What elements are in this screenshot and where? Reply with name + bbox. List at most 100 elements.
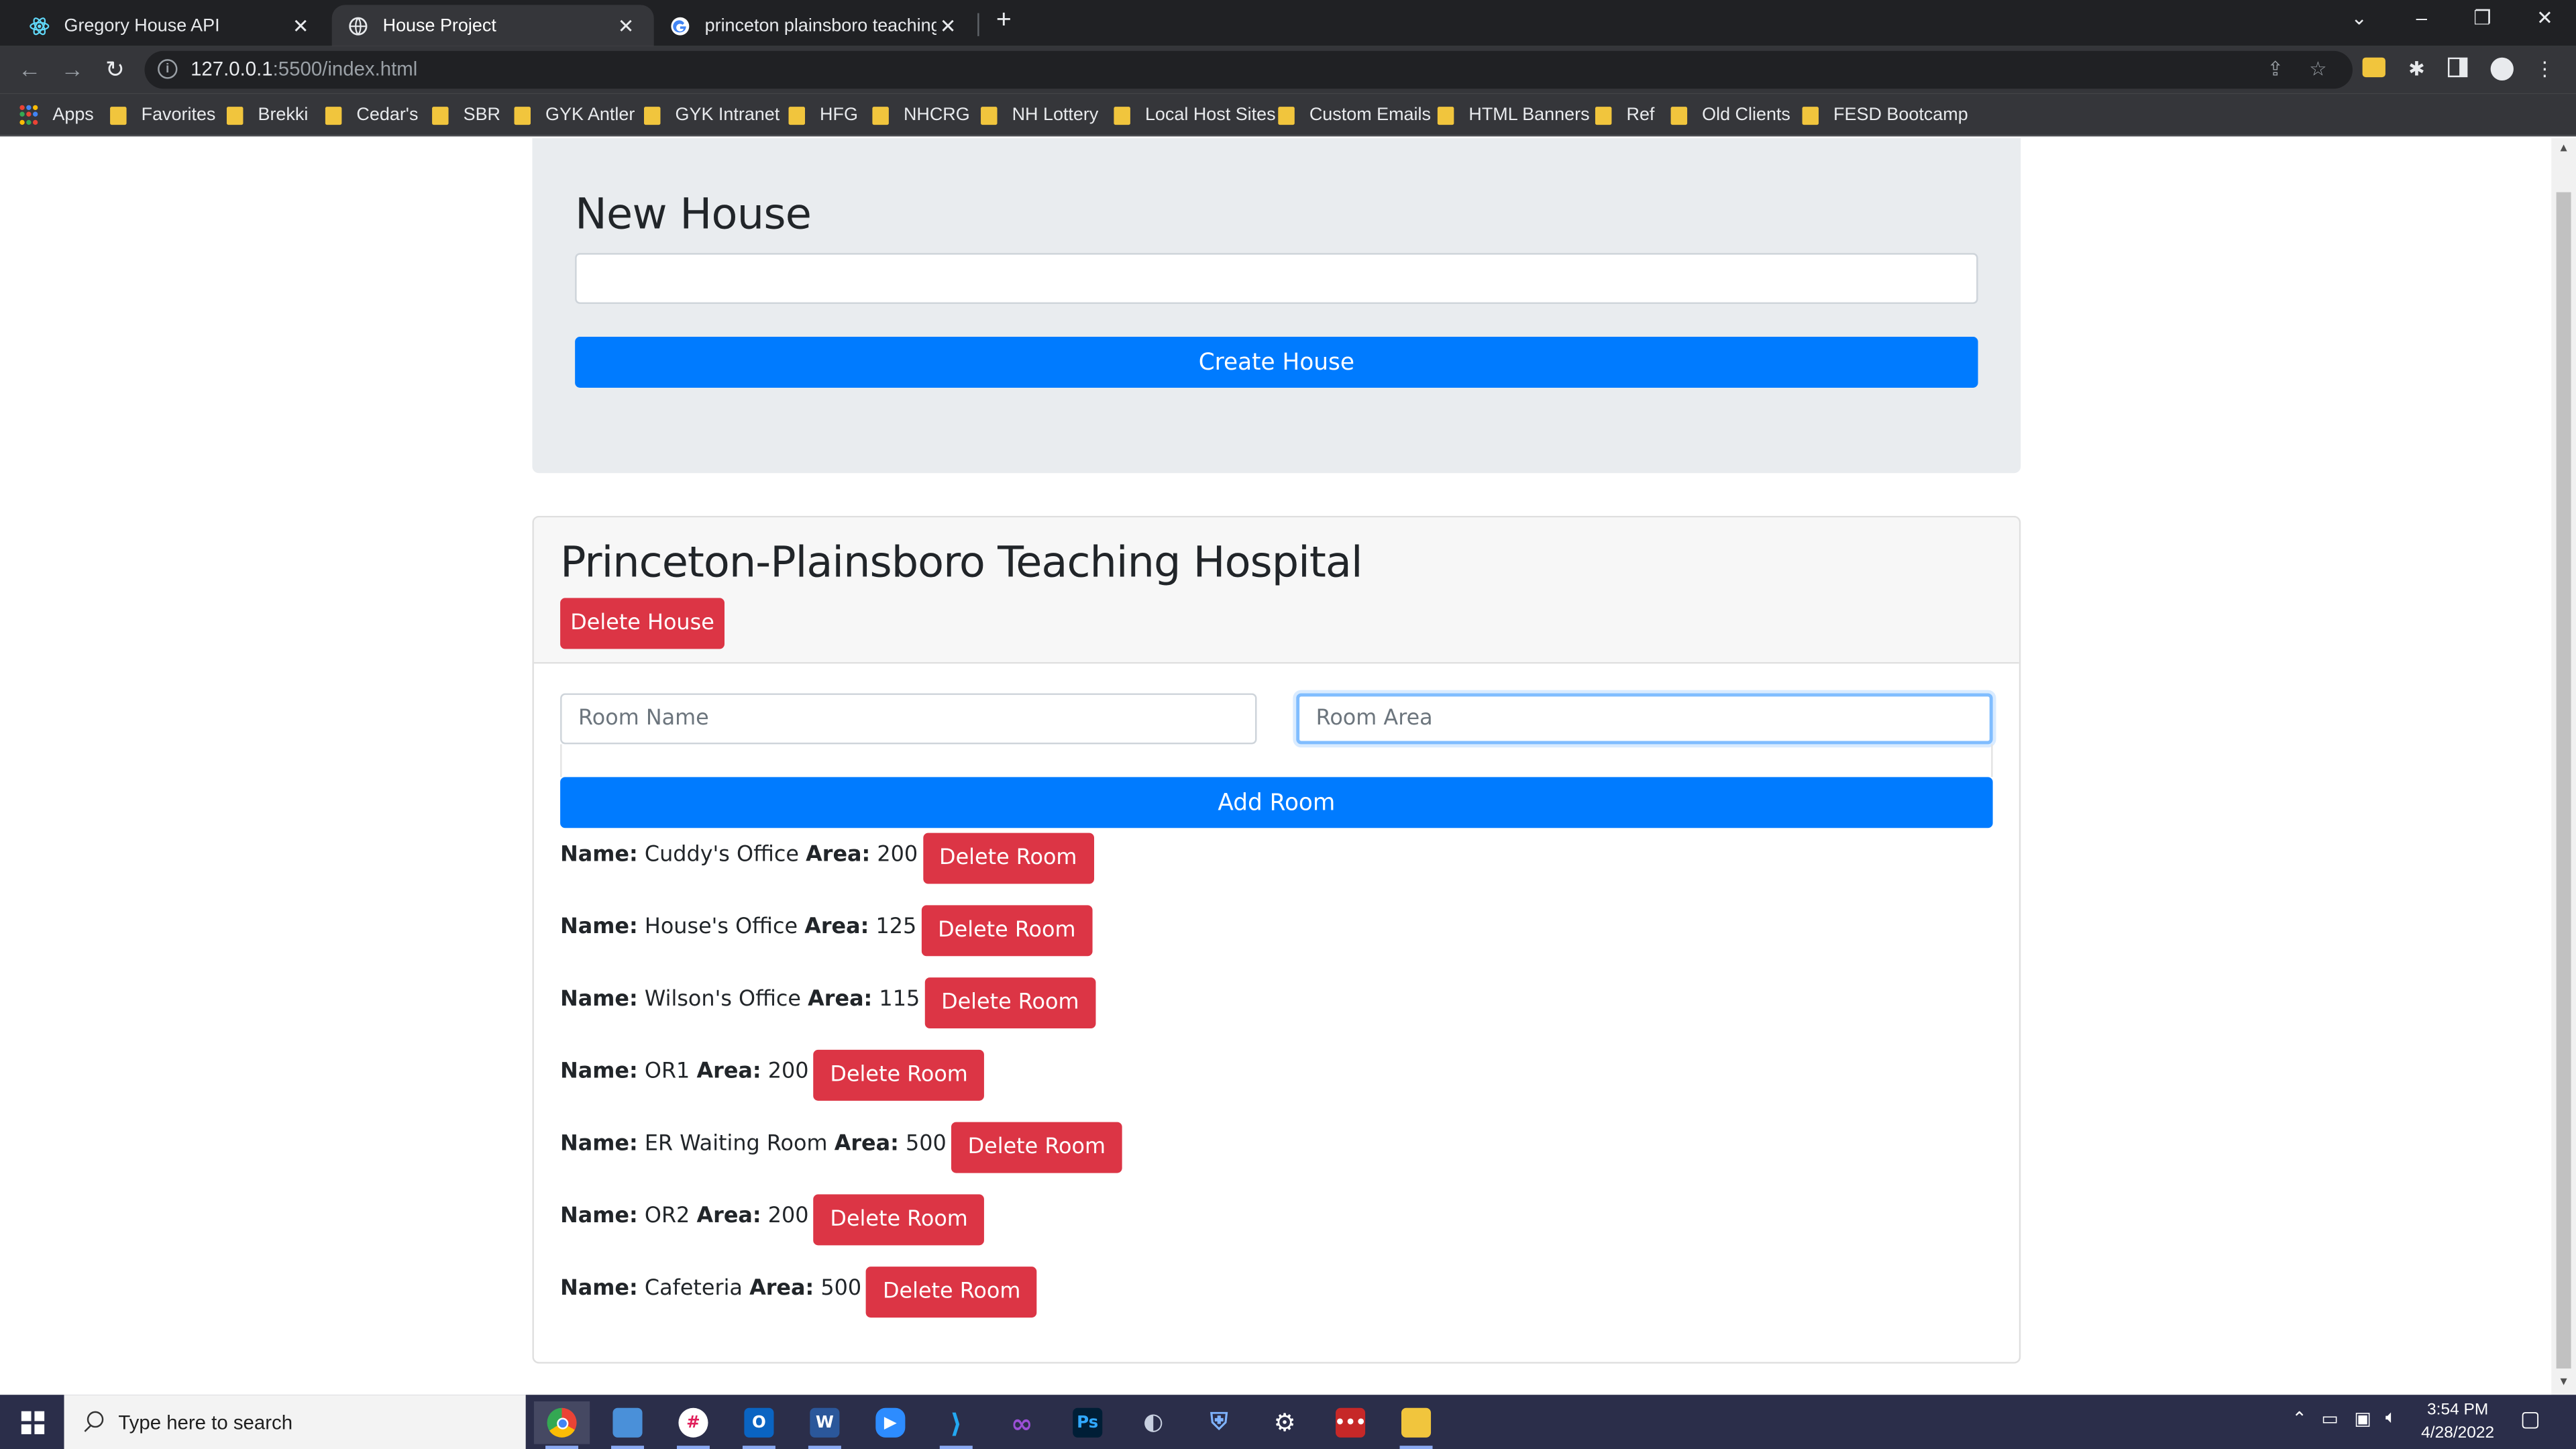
bookmark-folder[interactable]: Custom Emails xyxy=(1278,102,1431,128)
house-card: Princeton-Plainsboro Teaching Hospital D… xyxy=(532,515,2021,1364)
page-scrollbar[interactable]: ▲ ▼ xyxy=(2551,138,2576,1395)
bookmark-folder[interactable]: Brekki xyxy=(226,102,308,128)
google-icon xyxy=(670,15,690,35)
new-tab-button[interactable]: + xyxy=(991,7,1017,34)
profile-avatar-icon[interactable] xyxy=(2490,57,2514,81)
delete-room-button[interactable]: Delete Room xyxy=(951,1121,1122,1173)
bookmark-folder[interactable]: NH Lottery xyxy=(981,102,1098,128)
settings-taskbar-app[interactable]: ⚙ xyxy=(1256,1401,1312,1444)
dots-app-taskbar-app[interactable]: ••• xyxy=(1322,1401,1378,1444)
vscode-taskbar-app[interactable]: ⟩ xyxy=(928,1401,984,1449)
bookmark-folder[interactable]: FESD Bootcamp xyxy=(1802,102,1968,128)
tab-house-project[interactable]: House Project ✕ xyxy=(331,5,654,46)
tab-google-search[interactable]: princeton plainsboro teaching ho ✕ xyxy=(654,5,976,46)
file-explorer-taskbar-app[interactable] xyxy=(600,1401,655,1449)
minimize-icon[interactable]: – xyxy=(2408,7,2434,30)
bookmarks-bar: Apps Favorites Brekki Cedar's SBR GYK An… xyxy=(0,93,2576,137)
restore-icon[interactable]: ❐ xyxy=(2469,7,2496,30)
bookmark-folder[interactable]: Local Host Sites xyxy=(1114,102,1276,128)
folder-icon xyxy=(110,105,127,124)
clock-time: 3:54 PM xyxy=(2427,1401,2489,1419)
vscode-icon: ⟩ xyxy=(950,1407,963,1439)
close-icon[interactable]: ✕ xyxy=(936,14,959,37)
folder-icon xyxy=(1278,105,1295,124)
zoom-taskbar-app[interactable]: ▶ xyxy=(863,1401,918,1444)
bookmark-folder[interactable]: Old Clients xyxy=(1670,102,1790,128)
delete-room-button[interactable]: Delete Room xyxy=(921,904,1093,956)
bookmark-folder[interactable]: SBR xyxy=(432,102,500,128)
share-icon[interactable]: ⇪ xyxy=(2264,58,2287,80)
battery-icon[interactable]: ▭ xyxy=(2321,1408,2338,1429)
outlook-taskbar-app[interactable]: O xyxy=(731,1401,787,1449)
scroll-thumb[interactable] xyxy=(2556,192,2571,1369)
bookmark-folder[interactable]: GYK Intranet xyxy=(644,102,780,128)
browser-tab-strip: Gregory House API ✕ House Project ✕ prin… xyxy=(0,0,2576,46)
tab-search-chevron-icon[interactable]: ⌄ xyxy=(2346,7,2372,30)
security-taskbar-app[interactable]: ⛨ xyxy=(1191,1401,1247,1444)
bookmark-star-icon[interactable]: ☆ xyxy=(2306,58,2329,80)
folder-icon xyxy=(1401,1407,1432,1438)
folder-icon xyxy=(514,105,531,124)
close-icon[interactable]: ✕ xyxy=(289,14,312,37)
tray-chevron-icon[interactable]: ⌃ xyxy=(2292,1408,2307,1429)
volume-icon[interactable]: 🔈︎ xyxy=(2385,1408,2396,1430)
delete-room-button[interactable]: Delete Room xyxy=(813,1049,985,1100)
reload-icon[interactable]: ↻ xyxy=(102,56,128,82)
bookmark-folder[interactable]: Cedar's xyxy=(325,102,418,128)
slack-taskbar-app[interactable]: # xyxy=(665,1401,721,1449)
bookmark-folder[interactable]: GYK Antler xyxy=(514,102,635,128)
extensions-puzzle-icon[interactable]: ✱ xyxy=(2405,58,2428,80)
delete-house-button[interactable]: Delete House xyxy=(560,598,725,649)
word-icon: W xyxy=(810,1407,840,1438)
taskbar-search-box[interactable]: Type here to search xyxy=(64,1395,526,1449)
extension-badge-icon[interactable] xyxy=(2362,57,2385,80)
word-taskbar-app[interactable]: W xyxy=(797,1401,853,1449)
tab-title: Gregory House API xyxy=(64,15,220,36)
start-button[interactable] xyxy=(0,1395,64,1449)
close-icon[interactable]: ✕ xyxy=(614,14,637,37)
photoshop-taskbar-app[interactable]: Ps xyxy=(1060,1401,1116,1444)
bookmark-folder[interactable]: HFG xyxy=(788,102,858,128)
outlook-icon: O xyxy=(744,1407,774,1438)
new-house-name-input[interactable] xyxy=(575,253,1978,305)
side-panel-icon[interactable] xyxy=(2447,57,2471,80)
notifications-icon[interactable]: ▢ xyxy=(2520,1406,2540,1432)
bookmark-folder[interactable]: Ref xyxy=(1595,102,1654,128)
bookmark-apps[interactable]: Apps xyxy=(19,102,94,128)
back-arrow-icon[interactable]: ← xyxy=(16,56,42,82)
scroll-down-arrow-icon[interactable]: ▼ xyxy=(2557,1377,2571,1390)
room-name-input[interactable] xyxy=(560,693,1257,745)
folder-icon xyxy=(1802,105,1819,124)
address-bar[interactable]: i 127.0.0.1:5500/index.html ⇪ ☆ xyxy=(144,50,2353,89)
room-text: Name: Cuddy's Office Area: 200 xyxy=(560,842,918,867)
system-clock[interactable]: 3:54 PM 4/28/2022 xyxy=(2408,1400,2507,1446)
delete-room-button[interactable]: Delete Room xyxy=(922,832,1093,883)
site-info-icon[interactable]: i xyxy=(158,59,178,79)
house-card-header: Princeton-Plainsboro Teaching Hospital D… xyxy=(533,517,2019,664)
delete-room-button[interactable]: Delete Room xyxy=(866,1265,1037,1317)
delete-room-button[interactable]: Delete Room xyxy=(924,976,1095,1028)
delete-room-button[interactable]: Delete Room xyxy=(813,1193,985,1245)
bookmark-folder[interactable]: NHCRG xyxy=(872,102,970,128)
add-room-button[interactable]: Add Room xyxy=(560,777,1993,828)
slack-icon: # xyxy=(678,1407,708,1438)
more-menu-icon[interactable]: ⋮ xyxy=(2533,58,2556,80)
chrome-taskbar-app[interactable] xyxy=(533,1401,590,1449)
folder-icon xyxy=(872,105,889,124)
create-house-button[interactable]: Create House xyxy=(575,337,1978,388)
folder-icon xyxy=(226,105,244,124)
network-icon[interactable]: ▣ xyxy=(2354,1408,2371,1429)
room-area-input[interactable] xyxy=(1296,693,1993,745)
tab-gregory-house-api[interactable]: Gregory House API ✕ xyxy=(13,5,329,46)
page-viewport: New House Create House Princeton-Plainsb… xyxy=(0,138,2552,1395)
bookmark-folder[interactable]: Favorites xyxy=(110,102,215,128)
scroll-up-arrow-icon[interactable]: ▲ xyxy=(2557,143,2571,156)
forward-arrow-icon[interactable]: → xyxy=(59,56,85,82)
folder-taskbar-app[interactable] xyxy=(1388,1401,1444,1449)
window-close-icon[interactable]: ✕ xyxy=(2532,7,2558,30)
settings-alt-taskbar-app[interactable]: ◐ xyxy=(1126,1401,1181,1444)
room-name: Cafeteria xyxy=(644,1275,743,1301)
bookmark-folder[interactable]: HTML Banners xyxy=(1437,102,1590,128)
url-text: 127.0.0.1:5500/index.html xyxy=(191,57,418,81)
visual-studio-taskbar-app[interactable]: ∞ xyxy=(994,1401,1050,1444)
